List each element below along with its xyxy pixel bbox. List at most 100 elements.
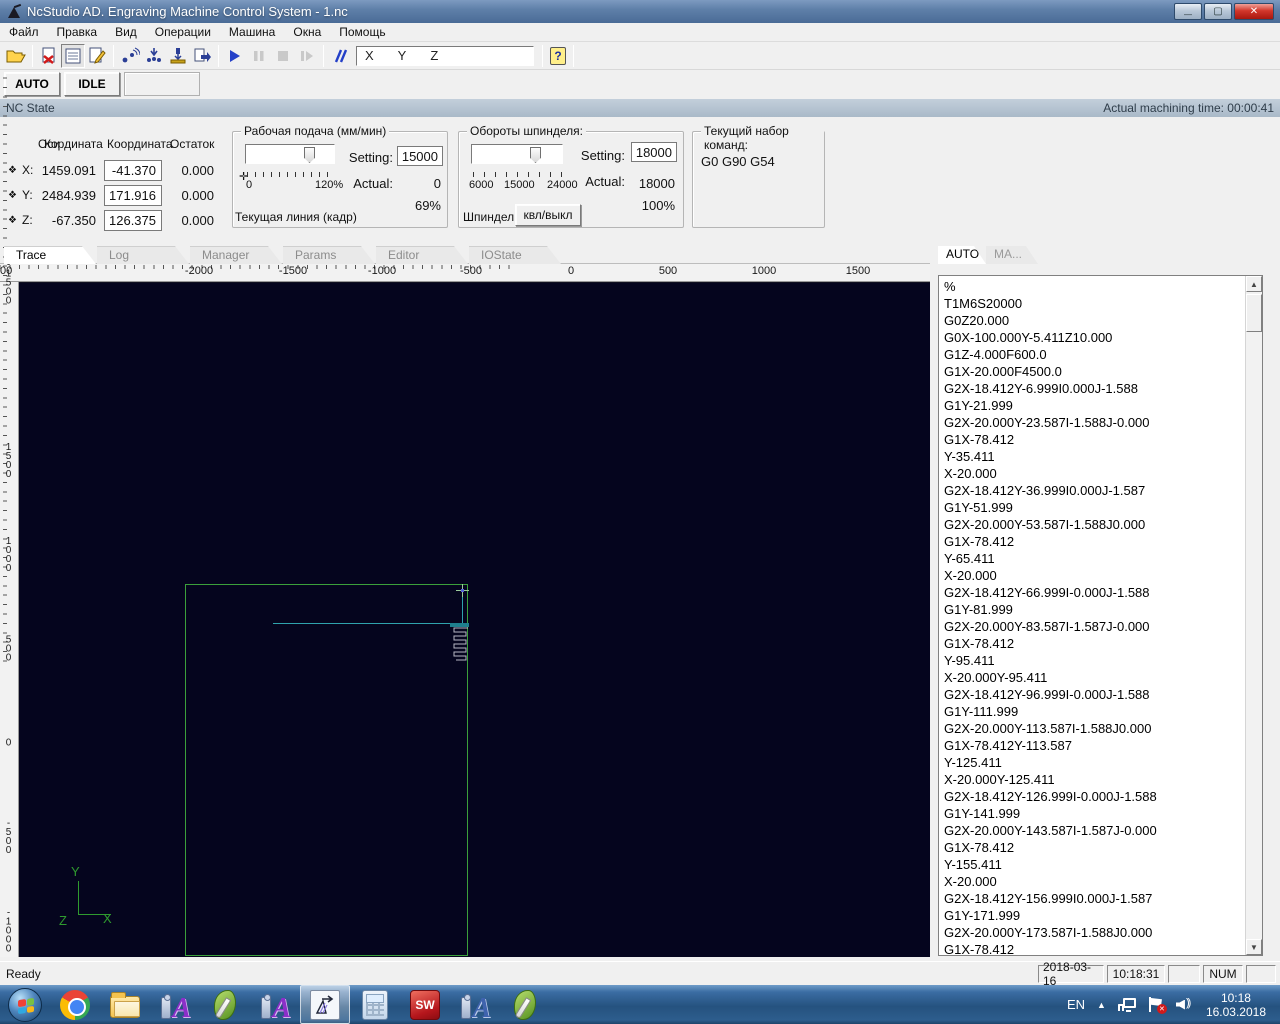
- feed-slider[interactable]: [245, 144, 335, 164]
- gcode-line[interactable]: Y-65.411: [939, 550, 1244, 567]
- gcode-line[interactable]: G1Y-81.999: [939, 601, 1244, 618]
- tab-manager[interactable]: Manager: [190, 246, 282, 264]
- gcode-line[interactable]: T1M6S20000: [939, 295, 1244, 312]
- cnc-app-blue-icon[interactable]: A: [450, 985, 500, 1024]
- spindle-setting-box[interactable]: 18000: [631, 142, 677, 162]
- gcode-line[interactable]: G2X-18.412Y-66.999I-0.000J-1.588: [939, 584, 1244, 601]
- gcode-line[interactable]: G1X-78.412: [939, 431, 1244, 448]
- gcode-line[interactable]: X-20.000: [939, 873, 1244, 890]
- gcode-line[interactable]: X-20.000Y-95.411: [939, 669, 1244, 686]
- ncstudio-icon[interactable]: [300, 985, 350, 1024]
- edit-file-icon[interactable]: [85, 44, 109, 68]
- gcode-line[interactable]: G1X-78.412: [939, 635, 1244, 652]
- view-list-icon[interactable]: [61, 43, 85, 68]
- tool-origin-icon[interactable]: [166, 44, 190, 68]
- spindle-slider[interactable]: [471, 144, 563, 164]
- pause-icon[interactable]: [247, 44, 271, 68]
- gcode-line[interactable]: X-20.000: [939, 465, 1244, 482]
- gcode-line[interactable]: Y-125.411: [939, 754, 1244, 771]
- language-indicator[interactable]: EN: [1067, 997, 1085, 1012]
- gcode-line[interactable]: G2X-18.412Y-156.999I0.000J-1.587: [939, 890, 1244, 907]
- gcode-line[interactable]: G1X-78.412: [939, 533, 1244, 550]
- feed-setting-box[interactable]: 15000: [397, 146, 443, 166]
- gcode-line[interactable]: G1Y-51.999: [939, 499, 1244, 516]
- tab-auto[interactable]: AUTO: [938, 246, 986, 264]
- gcode-line[interactable]: G2X-20.000Y-173.587I-1.588J0.000: [939, 924, 1244, 941]
- gcode-line[interactable]: G2X-18.412Y-126.999I-0.000J-1.588: [939, 788, 1244, 805]
- gcode-line[interactable]: Y-35.411: [939, 448, 1244, 465]
- windows-start-icon[interactable]: [0, 985, 50, 1024]
- gcode-line[interactable]: G2X-18.412Y-36.999I0.000J-1.587: [939, 482, 1244, 499]
- gcode-line[interactable]: G1Z-4.000F600.0: [939, 346, 1244, 363]
- minimize-button[interactable]: [1174, 3, 1202, 20]
- menu-item[interactable]: Помощь: [330, 23, 394, 41]
- calculator-icon[interactable]: [350, 985, 400, 1024]
- close-file-icon[interactable]: [37, 44, 61, 68]
- gcode-line[interactable]: G0Z20.000: [939, 312, 1244, 329]
- taskbar-clock[interactable]: 10:18 16.03.2018: [1206, 991, 1272, 1019]
- green-pen-app-icon[interactable]: [200, 985, 250, 1024]
- maximize-button[interactable]: [1204, 3, 1232, 20]
- menu-item[interactable]: Вид: [106, 23, 146, 41]
- gcode-line[interactable]: G1Y-141.999: [939, 805, 1244, 822]
- tray-expand-icon[interactable]: [1097, 1000, 1106, 1010]
- idle-state-button[interactable]: IDLE: [64, 72, 120, 96]
- gcode-line[interactable]: G1X-20.000F4500.0: [939, 363, 1244, 380]
- simulate-icon[interactable]: [328, 44, 352, 68]
- cnc-app-purple-icon-2[interactable]: A: [250, 985, 300, 1024]
- spindle-slider-thumb[interactable]: [530, 147, 541, 163]
- gcode-line[interactable]: G1X-78.412Y-113.587: [939, 737, 1244, 754]
- scroll-up-icon[interactable]: [1246, 276, 1262, 292]
- spindle-toggle-button[interactable]: квл/выкл: [515, 204, 581, 226]
- tab-log[interactable]: Log: [97, 246, 189, 264]
- gcode-line[interactable]: G1X-78.412: [939, 839, 1244, 856]
- help-icon[interactable]: [547, 45, 569, 67]
- gcode-line[interactable]: G2X-20.000Y-23.587I-1.588J-0.000: [939, 414, 1244, 431]
- stop-icon[interactable]: [271, 44, 295, 68]
- toolpath-canvas[interactable]: Y X Z: [19, 282, 930, 957]
- gcode-line[interactable]: X-20.000: [939, 567, 1244, 584]
- work-coord-z[interactable]: 126.375: [104, 209, 162, 231]
- gcode-line[interactable]: G2X-20.000Y-53.587I-1.588J0.000: [939, 516, 1244, 533]
- feed-slider-thumb[interactable]: [304, 147, 315, 163]
- gcode-line[interactable]: G2X-20.000Y-83.587I-1.587J-0.000: [939, 618, 1244, 635]
- close-button[interactable]: [1234, 3, 1274, 20]
- gcode-line[interactable]: G2X-20.000Y-113.587I-1.588J0.000: [939, 720, 1244, 737]
- play-icon[interactable]: [223, 44, 247, 68]
- gcode-line[interactable]: Y-155.411: [939, 856, 1244, 873]
- step-icon[interactable]: [295, 44, 319, 68]
- work-coord-y[interactable]: 171.916: [104, 184, 162, 206]
- auto-mode-button[interactable]: AUTO: [4, 72, 60, 96]
- axis-select-field[interactable]: X Y Z: [356, 45, 534, 66]
- chrome-icon[interactable]: [50, 985, 100, 1024]
- gcode-line[interactable]: G1Y-171.999: [939, 907, 1244, 924]
- gcode-line[interactable]: G2X-20.000Y-143.587I-1.587J-0.000: [939, 822, 1244, 839]
- volume-icon[interactable]: [1175, 998, 1194, 1012]
- cnc-app-purple-icon[interactable]: A: [150, 985, 200, 1024]
- menu-item[interactable]: Операции: [146, 23, 220, 41]
- tab-params[interactable]: Params: [283, 246, 375, 264]
- gcode-line[interactable]: %: [939, 278, 1244, 295]
- green-pen-app-icon-2[interactable]: [500, 985, 550, 1024]
- antenna-down-icon[interactable]: [142, 44, 166, 68]
- menu-item[interactable]: Правка: [48, 23, 107, 41]
- gcode-line[interactable]: G1Y-21.999: [939, 397, 1244, 414]
- tab-iostate[interactable]: IOState: [469, 246, 561, 264]
- gcode-line[interactable]: G2X-18.412Y-6.999I0.000J-1.588: [939, 380, 1244, 397]
- file-explorer-icon[interactable]: [100, 985, 150, 1024]
- gcode-line[interactable]: Y-95.411: [939, 652, 1244, 669]
- action-center-icon[interactable]: [1148, 997, 1167, 1014]
- menu-item[interactable]: Машина: [220, 23, 284, 41]
- scrollbar-thumb[interactable]: [1246, 294, 1262, 332]
- tab-trace[interactable]: Trace: [4, 246, 96, 264]
- gcode-line[interactable]: G0X-100.000Y-5.411Z10.000: [939, 329, 1244, 346]
- wireless-icon[interactable]: [118, 44, 142, 68]
- gcode-scrollbar[interactable]: [1245, 276, 1262, 955]
- network-icon[interactable]: [1117, 997, 1136, 1012]
- work-coord-x[interactable]: -41.370: [104, 159, 162, 181]
- gcode-line[interactable]: G1Y-111.999: [939, 703, 1244, 720]
- gcode-line[interactable]: X-20.000Y-125.411: [939, 771, 1244, 788]
- tab-editor[interactable]: Editor: [376, 246, 468, 264]
- load-program-icon[interactable]: [190, 44, 214, 68]
- menu-item[interactable]: Файл: [0, 23, 48, 41]
